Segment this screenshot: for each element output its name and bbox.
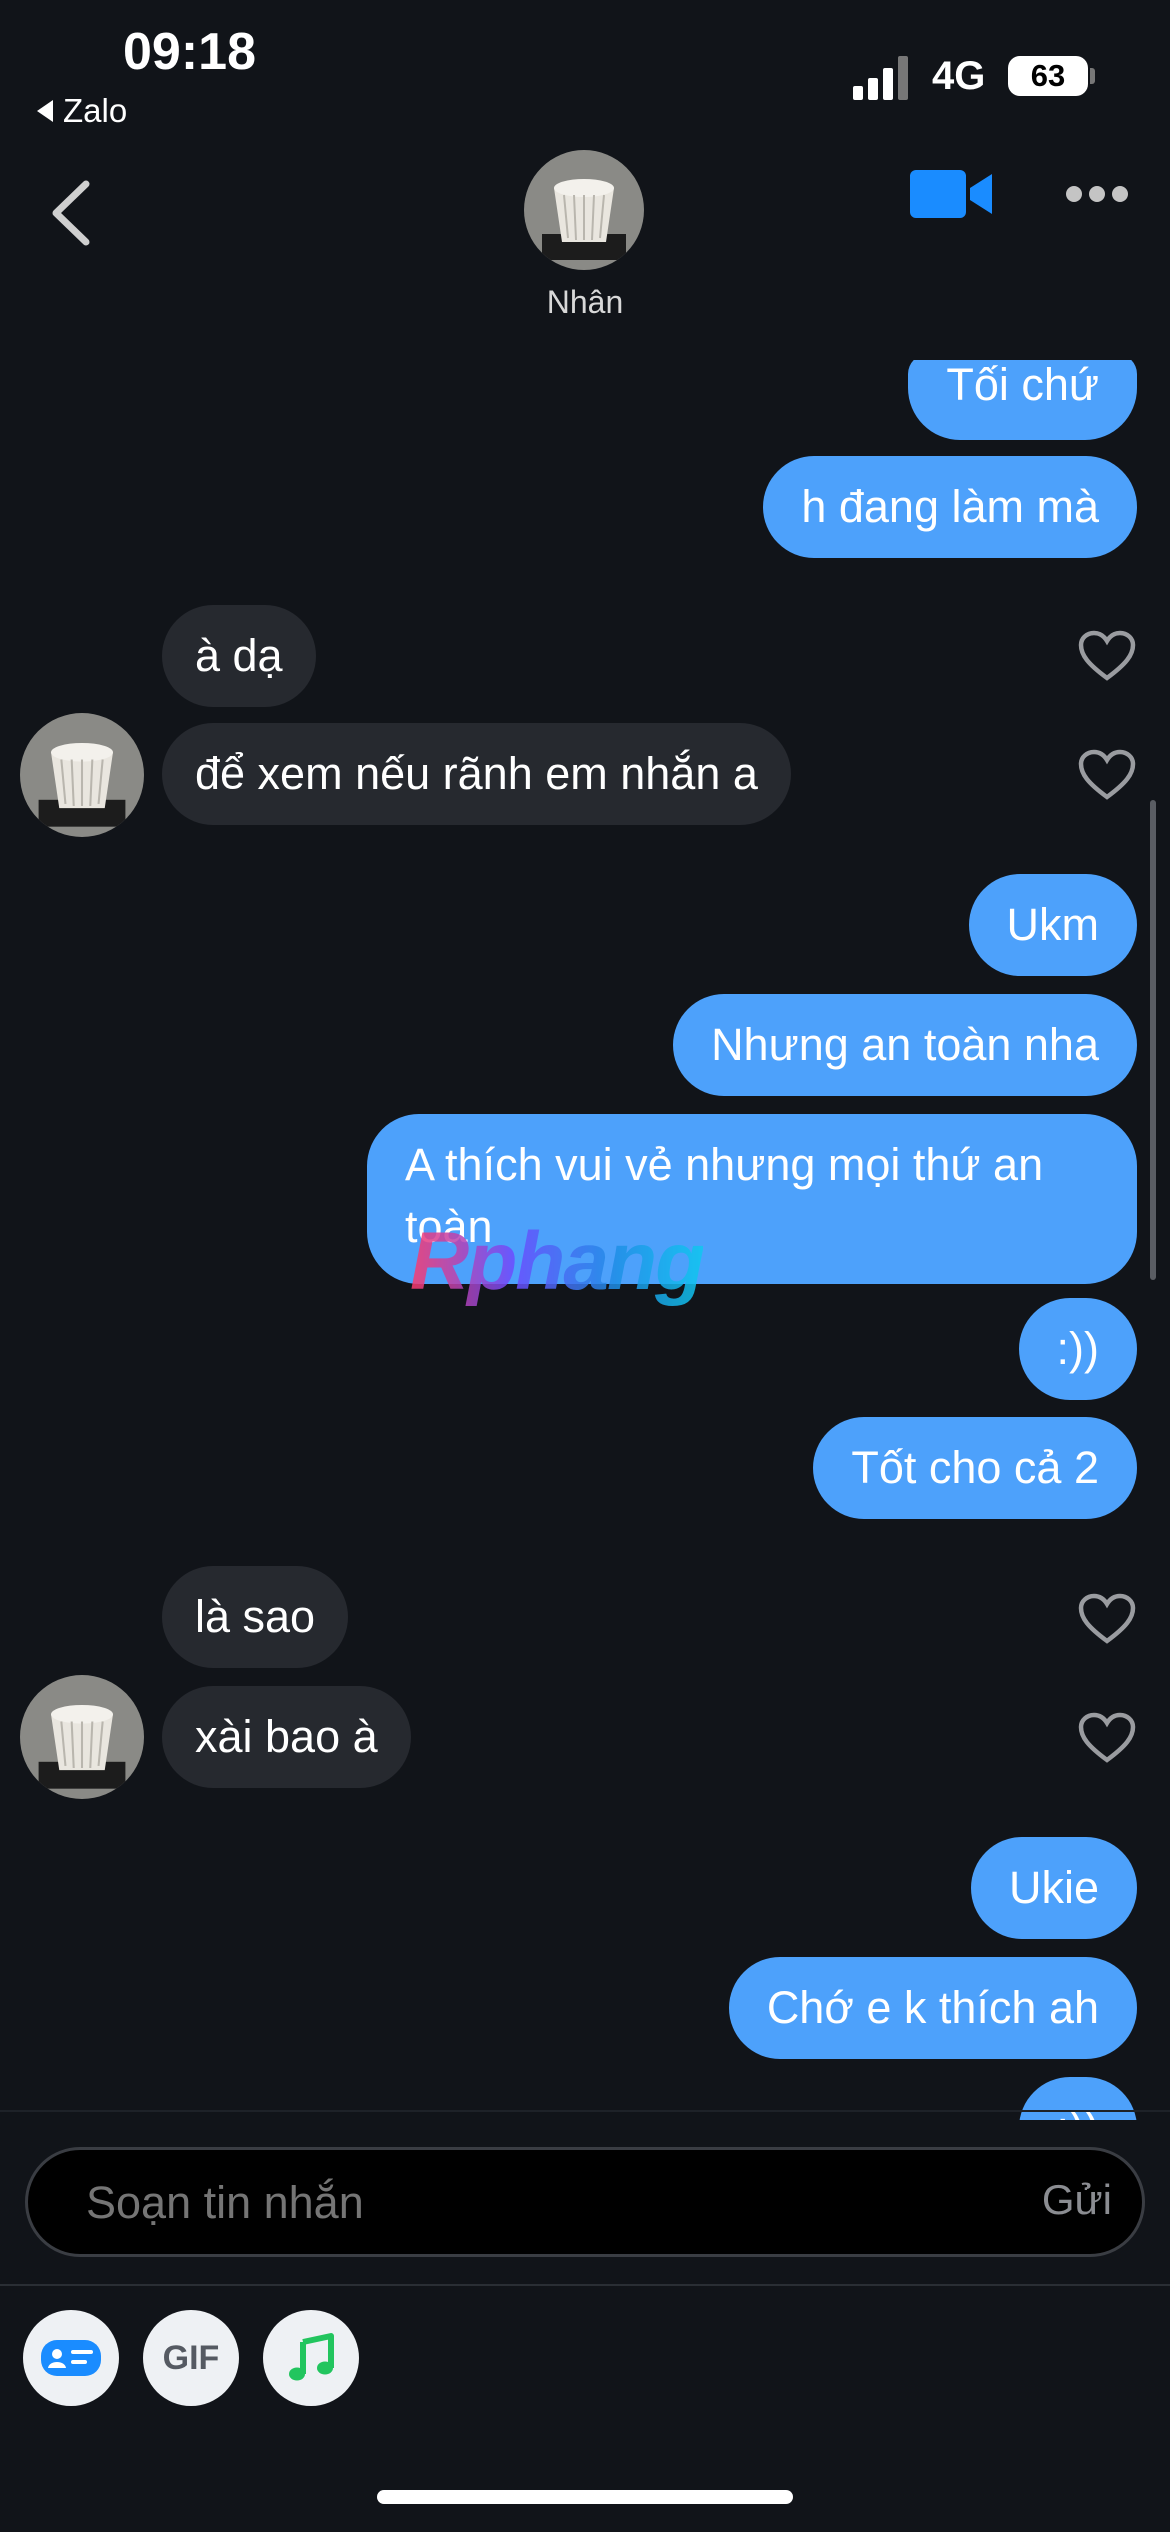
gif-label: GIF	[162, 2338, 220, 2377]
message-bubble-received[interactable]: xài bao à	[162, 1686, 411, 1788]
back-app-label: Zalo	[63, 92, 128, 129]
gif-button[interactable]: GIF	[143, 2310, 239, 2406]
message-input[interactable]	[84, 2176, 888, 2230]
heart-react-icon[interactable]	[1078, 630, 1136, 682]
message-bubble-sent[interactable]: Chớ e k thích ah	[728, 1957, 1137, 2059]
more-icon[interactable]	[1066, 186, 1128, 202]
back-triangle-icon	[37, 100, 53, 122]
video-call-icon[interactable]	[910, 166, 994, 222]
contact-avatar[interactable]	[524, 150, 644, 270]
battery-tip-icon	[1090, 68, 1095, 84]
message-bubble-sent[interactable]: Tốt cho cả 2	[813, 1417, 1137, 1519]
message-bubble-sent[interactable]: Ukie	[970, 1837, 1137, 1939]
battery-level: 63	[1008, 56, 1088, 96]
status-time: 09:18	[123, 23, 256, 81]
home-indicator[interactable]	[377, 2490, 793, 2504]
divider	[0, 2110, 1170, 2112]
music-button[interactable]	[263, 2310, 359, 2406]
contact-name: Nhân	[546, 284, 624, 320]
back-chevron-icon[interactable]	[48, 178, 92, 248]
divider	[0, 2284, 1170, 2286]
watermark-logo: Rphang	[410, 1216, 705, 1307]
message-bubble-sent[interactable]: :))	[1018, 2077, 1137, 2120]
message-bubble-received[interactable]: là sao	[162, 1566, 349, 1668]
back-to-app-link[interactable]: Zalo	[37, 92, 127, 130]
message-bubble-sent[interactable]: h đang làm mà	[763, 456, 1137, 558]
message-bubble-sent[interactable]: Nhưng an toàn nha	[673, 994, 1137, 1096]
heart-react-icon[interactable]	[1078, 1712, 1136, 1764]
heart-react-icon[interactable]	[1078, 749, 1136, 801]
message-bubble-received[interactable]: à dạ	[162, 605, 316, 707]
message-bubble-sent[interactable]: Ukm	[968, 874, 1137, 976]
music-note-icon	[289, 2333, 334, 2381]
network-type: 4G	[932, 54, 986, 98]
message-bubble-received[interactable]: để xem nếu rãnh em nhắn a	[162, 723, 791, 825]
contact-card-icon	[41, 2340, 101, 2376]
message-bubble-sent[interactable]: Tối chứ	[908, 360, 1137, 440]
contact-card-button[interactable]	[23, 2310, 119, 2406]
avatar[interactable]	[20, 713, 144, 837]
message-bubble-sent[interactable]: :))	[1018, 1298, 1137, 1400]
message-composer[interactable]: Gửi	[25, 2147, 1145, 2257]
scrollbar[interactable]	[1150, 800, 1156, 1280]
avatar[interactable]	[20, 1675, 144, 1799]
send-button[interactable]: Gửi	[1042, 2176, 1112, 2224]
signal-strength-icon	[853, 56, 909, 100]
heart-react-icon[interactable]	[1078, 1593, 1136, 1645]
